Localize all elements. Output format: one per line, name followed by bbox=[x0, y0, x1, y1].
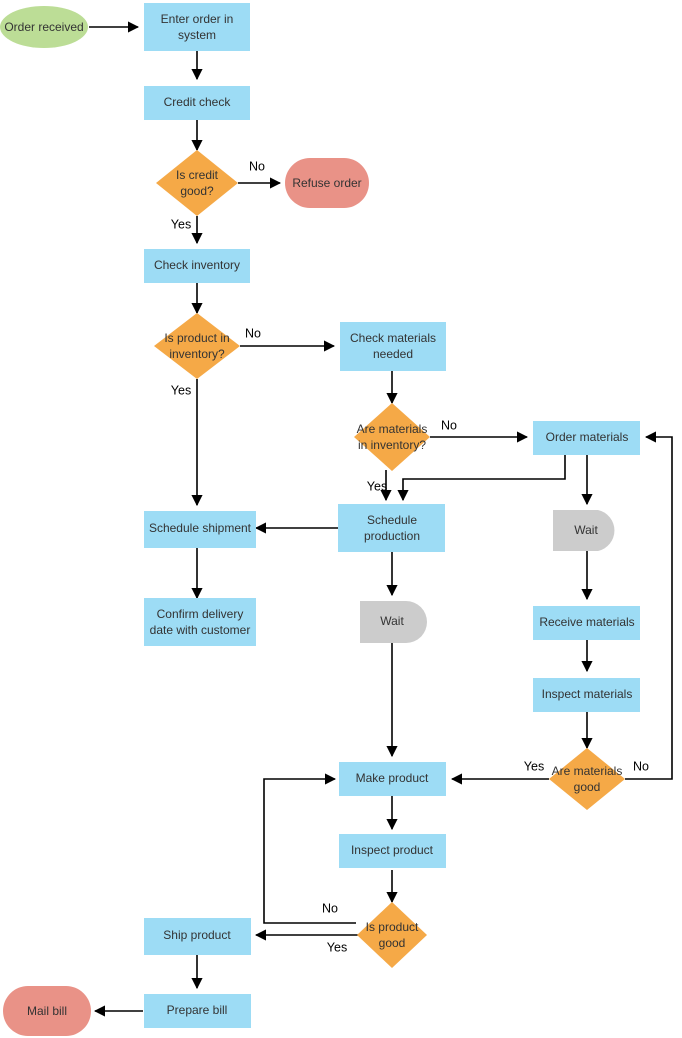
node-receive-materials[interactable]: Receive materials bbox=[533, 606, 640, 640]
are-materials-good-label-line2: good bbox=[574, 780, 601, 794]
mail-bill-label: Mail bill bbox=[27, 1004, 67, 1018]
order-received-label: Order received bbox=[4, 20, 83, 34]
edge-label-product-inv-yes: Yes bbox=[171, 383, 191, 397]
check-materials-label-line1: Check materials bbox=[350, 331, 436, 345]
node-mail-bill[interactable]: Mail bill bbox=[3, 986, 91, 1036]
node-order-materials[interactable]: Order materials bbox=[533, 421, 640, 455]
edge-label-product-good-yes: Yes bbox=[327, 940, 347, 954]
is-product-good-label-line1: Is product bbox=[366, 920, 419, 934]
node-schedule-production[interactable]: Schedule production bbox=[338, 504, 445, 552]
flowchart-diagram: No Yes No Yes No Yes Yes No No Yes Order… bbox=[0, 3, 673, 1036]
edge-order-materials-to-schedule-production bbox=[397, 455, 566, 502]
enter-order-label-line2: system bbox=[178, 28, 216, 42]
schedule-production-label-line2: production bbox=[364, 529, 420, 543]
node-wait-materials[interactable]: Wait bbox=[553, 510, 615, 551]
node-ship-product[interactable]: Ship product bbox=[144, 918, 251, 955]
are-materials-in-inventory-label-line2: in inventory? bbox=[358, 438, 426, 452]
enter-order-label-line1: Enter order in bbox=[161, 12, 234, 26]
inspect-product-label: Inspect product bbox=[351, 843, 434, 857]
node-inspect-product[interactable]: Inspect product bbox=[339, 834, 446, 868]
edge-label-materials-good-no: No bbox=[633, 759, 649, 773]
edge-label-materials-good-yes: Yes bbox=[524, 759, 544, 773]
check-inventory-label: Check inventory bbox=[154, 258, 240, 272]
is-credit-good-label-line2: good? bbox=[180, 184, 214, 198]
node-is-credit-good[interactable]: Is credit good? bbox=[156, 150, 238, 216]
node-is-product-good[interactable]: Is product good bbox=[357, 902, 427, 968]
is-credit-good-shape bbox=[156, 150, 238, 216]
node-schedule-shipment[interactable]: Schedule shipment bbox=[144, 511, 256, 548]
confirm-delivery-label-line2: date with customer bbox=[150, 623, 251, 637]
are-materials-in-inventory-label-line1: Are materials bbox=[357, 422, 428, 436]
confirm-delivery-shape bbox=[144, 598, 256, 646]
node-inspect-materials[interactable]: Inspect materials bbox=[533, 678, 640, 712]
edge-label-product-inv-no: No bbox=[245, 326, 261, 340]
node-are-materials-good[interactable]: Are materials good bbox=[549, 748, 625, 810]
node-prepare-bill[interactable]: Prepare bill bbox=[144, 994, 251, 1028]
check-materials-label-line2: needed bbox=[373, 347, 413, 361]
schedule-shipment-label: Schedule shipment bbox=[149, 521, 252, 535]
make-product-label: Make product bbox=[356, 771, 429, 785]
flowchart-canvas: No Yes No Yes No Yes Yes No No Yes Order… bbox=[0, 0, 682, 1038]
prepare-bill-label: Prepare bill bbox=[167, 1003, 228, 1017]
node-refuse-order[interactable]: Refuse order bbox=[285, 158, 369, 208]
node-check-materials[interactable]: Check materials needed bbox=[340, 322, 446, 371]
enter-order-shape bbox=[144, 3, 250, 51]
schedule-production-shape bbox=[338, 504, 445, 552]
edge-label-product-good-no: No bbox=[322, 901, 338, 915]
confirm-delivery-label-line1: Confirm delivery bbox=[157, 607, 244, 621]
inspect-materials-label: Inspect materials bbox=[542, 687, 633, 701]
edge-label-materials-inv-no: No bbox=[441, 418, 457, 432]
credit-check-label: Credit check bbox=[164, 95, 232, 109]
are-materials-in-inventory-shape bbox=[354, 403, 430, 471]
is-product-good-label-line2: good bbox=[379, 936, 406, 950]
is-credit-good-label-line1: Is credit bbox=[176, 168, 219, 182]
edge-label-materials-inv-yes: Yes bbox=[367, 479, 387, 493]
node-wait-production[interactable]: Wait bbox=[360, 601, 427, 643]
order-materials-label: Order materials bbox=[546, 430, 629, 444]
node-confirm-delivery[interactable]: Confirm delivery date with customer bbox=[144, 598, 256, 646]
refuse-order-label: Refuse order bbox=[292, 176, 361, 190]
receive-materials-label: Receive materials bbox=[539, 615, 634, 629]
node-are-materials-in-inventory[interactable]: Are materials in inventory? bbox=[354, 403, 430, 471]
wait-production-label: Wait bbox=[380, 614, 404, 628]
edge-label-credit-no: No bbox=[249, 159, 265, 173]
node-check-inventory[interactable]: Check inventory bbox=[144, 249, 250, 283]
node-make-product[interactable]: Make product bbox=[339, 762, 446, 796]
is-product-in-inventory-label-line1: Is product in bbox=[164, 331, 229, 345]
node-enter-order[interactable]: Enter order in system bbox=[144, 3, 250, 51]
are-materials-good-shape bbox=[549, 748, 625, 810]
is-product-in-inventory-shape bbox=[154, 313, 240, 379]
node-credit-check[interactable]: Credit check bbox=[144, 86, 250, 120]
ship-product-label: Ship product bbox=[163, 928, 231, 942]
node-is-product-in-inventory[interactable]: Is product in inventory? bbox=[154, 313, 240, 379]
are-materials-good-label-line1: Are materials bbox=[552, 764, 623, 778]
wait-materials-label: Wait bbox=[574, 523, 598, 537]
is-product-good-shape bbox=[357, 902, 427, 968]
is-product-in-inventory-label-line2: inventory? bbox=[169, 347, 225, 361]
edge-label-credit-yes: Yes bbox=[171, 217, 191, 231]
node-order-received[interactable]: Order received bbox=[0, 6, 88, 48]
schedule-production-label-line1: Schedule bbox=[367, 513, 417, 527]
